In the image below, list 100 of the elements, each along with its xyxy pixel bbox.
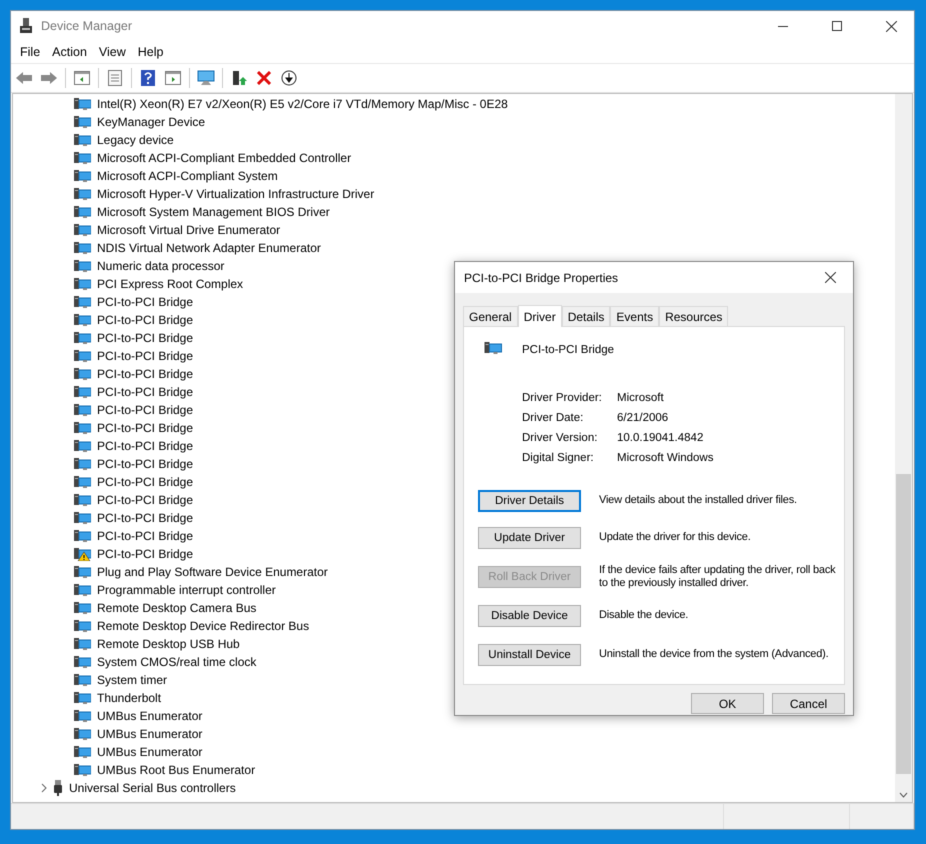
tree-item[interactable]: PCI-to-PCI Bridge [95, 385, 196, 399]
computer-icon [74, 331, 91, 345]
tree-item[interactable]: PCI-to-PCI Bridge [95, 547, 196, 561]
app-icon [19, 18, 33, 34]
tree-item[interactable]: PCI-to-PCI Bridge [95, 529, 196, 543]
computer-icon [74, 349, 91, 363]
tree-item[interactable]: Numeric data processor [95, 259, 226, 273]
tree-item[interactable]: PCI-to-PCI Bridge [95, 313, 196, 327]
tree-item[interactable]: PCI-to-PCI Bridge [95, 403, 196, 417]
action-button[interactable]: Driver Details [478, 490, 581, 512]
property-value: Microsoft Windows [617, 452, 714, 464]
tree-item[interactable]: PCI-to-PCI Bridge [95, 475, 196, 489]
computer-icon [74, 241, 91, 255]
computer-icon [74, 655, 91, 669]
tree-item[interactable]: UMBus Enumerator [95, 727, 204, 741]
tab[interactable]: Resources [659, 306, 728, 326]
computer-icon [74, 493, 91, 507]
computer-icon [74, 205, 91, 219]
usb-plug-icon [53, 780, 63, 796]
tree-item[interactable]: System timer [95, 673, 170, 687]
tab[interactable]: Events [610, 306, 660, 326]
computer-icon [74, 673, 91, 687]
computer-icon [74, 475, 91, 489]
action-button[interactable]: Disable Device [478, 604, 581, 626]
tree-item[interactable]: PCI-to-PCI Bridge [95, 349, 196, 363]
property-value: Microsoft [617, 392, 665, 404]
tree-item[interactable]: Microsoft Hyper-V Virtualization Infrastructure Driver [95, 187, 376, 201]
window-title: Device Manager [41, 19, 134, 33]
computer-icon [74, 277, 91, 291]
property-value: 6/21/2006 [617, 412, 670, 424]
close-icon [886, 20, 896, 32]
tree-item[interactable]: UMBus Enumerator [95, 709, 204, 723]
tree-item[interactable]: Legacy device [95, 133, 176, 147]
computer-icon [74, 313, 91, 327]
warning-computer-icon [74, 547, 91, 561]
computer-icon [74, 367, 91, 381]
menu-item[interactable]: Action [46, 45, 93, 59]
computer-icon [74, 295, 91, 309]
tree-item[interactable]: PCI-to-PCI Bridge [95, 295, 196, 309]
menu-item[interactable]: View [92, 45, 132, 59]
tree-item[interactable]: Universal Serial Bus controllers [67, 781, 238, 795]
property-value: 10.0.19041.4842 [617, 432, 704, 444]
tree-item[interactable]: Remote Desktop Camera Bus [95, 601, 258, 615]
tree-item[interactable]: PCI-to-PCI Bridge [95, 457, 196, 471]
computer-icon [74, 223, 91, 237]
tree-item[interactable]: UMBus Enumerator [95, 745, 204, 759]
tab[interactable]: General [463, 306, 518, 326]
tree-item[interactable]: Microsoft ACPI-Compliant Embedded Controller [95, 151, 354, 165]
computer-icon [74, 601, 91, 615]
action-button[interactable]: Update Driver [478, 526, 581, 548]
tree-item[interactable]: PCI-to-PCI Bridge [95, 331, 196, 345]
tree-item[interactable]: PCI-to-PCI Bridge [95, 511, 196, 525]
action-description: View details about the installed driver files. [599, 494, 798, 507]
tree-item[interactable]: PCI-to-PCI Bridge [95, 439, 196, 453]
action-description: Disable the device. [599, 609, 690, 622]
computer-icon [74, 457, 91, 471]
tree-item[interactable]: Microsoft System Management BIOS Driver [95, 205, 332, 219]
ok-button[interactable]: OK [691, 693, 764, 714]
property-label: Digital Signer: [522, 452, 595, 464]
computer-icon [74, 403, 91, 417]
menu-item[interactable]: Help [132, 45, 170, 59]
computer-icon [74, 565, 91, 579]
tree-item[interactable]: Remote Desktop USB Hub [95, 637, 242, 651]
tab[interactable]: Details [562, 306, 610, 326]
tree-item[interactable]: UMBus Root Bus Enumerator [95, 763, 258, 777]
tree-item[interactable]: PCI-to-PCI Bridge [95, 367, 196, 381]
tree-item[interactable]: Microsoft ACPI-Compliant System [95, 169, 280, 183]
computer-icon [74, 763, 91, 777]
tree-item[interactable]: NDIS Virtual Network Adapter Enumerator [95, 241, 323, 255]
computer-icon [74, 529, 91, 543]
menu-item[interactable]: File [14, 45, 46, 59]
tree-item[interactable]: Programmable interrupt controller [95, 583, 278, 597]
tree-item[interactable]: Thunderbolt [95, 691, 164, 705]
tree-item[interactable]: Remote Desktop Device Redirector Bus [95, 619, 312, 633]
tree-item[interactable]: KeyManager Device [95, 115, 208, 129]
scrollbar[interactable] [895, 94, 912, 802]
property-label: Driver Date: [522, 412, 584, 424]
tree-item[interactable]: PCI Express Root Complex [95, 277, 246, 291]
tree-item[interactable]: PCI-to-PCI Bridge [95, 493, 196, 507]
computer-icon [74, 709, 91, 723]
tree-item[interactable]: Microsoft Virtual Drive Enumerator [95, 223, 282, 237]
action-description: If the device fails after updating the driver, roll back to the previously installed driver. [599, 564, 836, 590]
tree-item[interactable]: PCI-to-PCI Bridge [95, 421, 196, 435]
tree-item[interactable]: Plug and Play Software Device Enumerator [95, 565, 330, 579]
computer-icon [74, 511, 91, 525]
expand-icon[interactable] [39, 783, 49, 793]
computer-icon [74, 583, 91, 597]
computer-icon [74, 727, 91, 741]
computer-icon [74, 745, 91, 759]
maximize-icon [832, 21, 842, 31]
action-button[interactable]: Uninstall Device [478, 644, 581, 666]
tree-item[interactable]: Intel(R) Xeon(R) E7 v2/Xeon(R) E5 v2/Core i7 VTd/Memory Map/Misc - 0E28 [95, 97, 510, 111]
computer-icon [74, 637, 91, 651]
tab[interactable]: Driver [518, 305, 562, 327]
cancel-button[interactable]: Cancel [772, 693, 845, 714]
computer-icon [74, 133, 91, 147]
computer-icon [74, 97, 91, 111]
tree-item[interactable]: System CMOS/real time clock [95, 655, 258, 669]
computer-icon [74, 115, 91, 129]
computer-icon [74, 439, 91, 453]
